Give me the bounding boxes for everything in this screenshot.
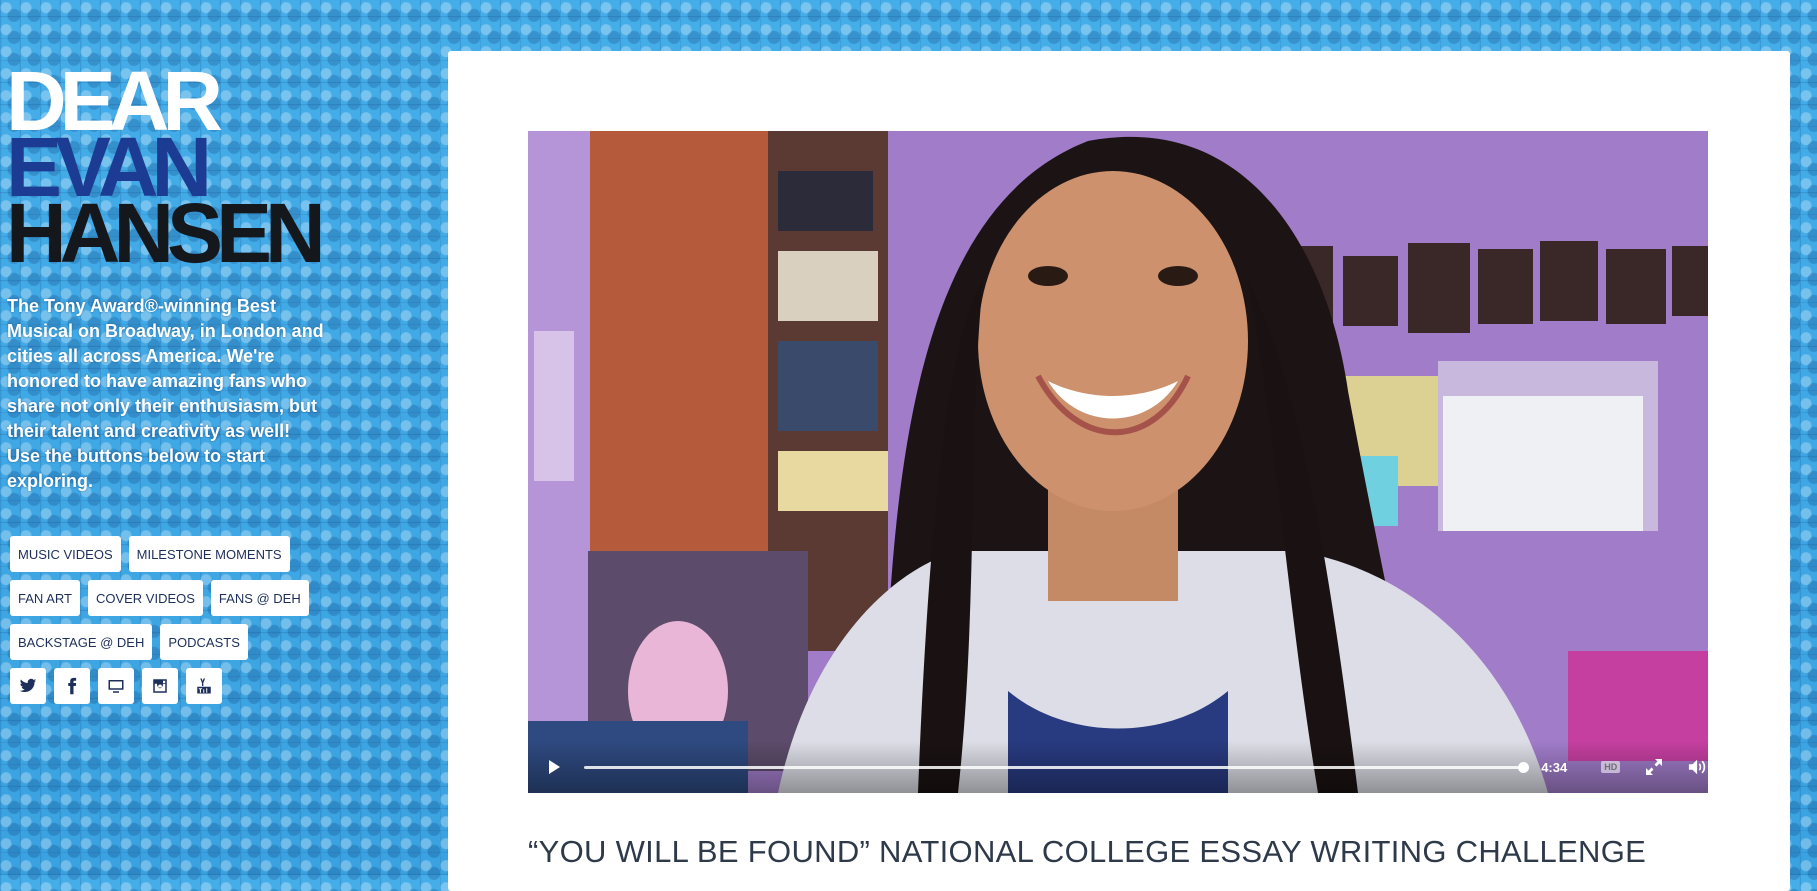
logo-line-hansen: HANSEN (6, 186, 326, 280)
hd-toggle[interactable]: HD (1601, 761, 1621, 773)
facebook-button[interactable] (54, 668, 90, 704)
youtube-icon (197, 678, 211, 694)
volume-icon (1688, 759, 1706, 775)
fans-at-deh-button[interactable]: FANS @ DEH (210, 580, 309, 616)
music-videos-button[interactable]: MUSIC VIDEOS (10, 536, 121, 572)
fullscreen-button[interactable] (1644, 757, 1664, 777)
facebook-icon (68, 677, 77, 695)
video-frame-image (528, 131, 1708, 793)
twitter-icon (19, 678, 37, 693)
tv-icon (108, 680, 124, 693)
instagram-icon (153, 679, 167, 693)
podcasts-button[interactable]: PODCASTS (160, 624, 248, 660)
youtube-button[interactable] (186, 668, 222, 704)
twitter-button[interactable] (10, 668, 46, 704)
play-icon (548, 760, 560, 774)
volume-button[interactable] (1688, 757, 1708, 777)
nav-row-1: MUSIC VIDEOS MILESTONE MOMENTS (10, 536, 290, 572)
sidebar: DEAR EVAN HANSEN The Tony Award®-winning… (0, 0, 440, 875)
show-logo[interactable]: DEAR EVAN HANSEN (6, 59, 336, 280)
progress-bar[interactable] (583, 761, 1530, 773)
progress-knob[interactable] (1518, 761, 1530, 773)
nav-row-3: BACKSTAGE @ DEH PODCASTS (10, 624, 248, 660)
video-controls: 4:34 HD (528, 741, 1708, 793)
instagram-button[interactable] (142, 668, 178, 704)
video-title: “YOU WILL BE FOUND” NATIONAL COLLEGE ESS… (528, 834, 1647, 869)
tv-button[interactable] (98, 668, 134, 704)
video-duration: 4:34 (1541, 759, 1568, 775)
cover-videos-button[interactable]: COVER VIDEOS (87, 580, 203, 616)
backstage-at-deh-button[interactable]: BACKSTAGE @ DEH (10, 624, 153, 660)
fan-art-button[interactable]: FAN ART (10, 580, 80, 616)
expand-icon (1646, 759, 1663, 775)
milestone-moments-button[interactable]: MILESTONE MOMENTS (128, 536, 290, 572)
nav-row-2: FAN ART COVER VIDEOS FANS @ DEH (10, 580, 309, 616)
video-player[interactable]: 4:34 HD (528, 131, 1708, 793)
play-button[interactable] (540, 753, 568, 781)
social-links (10, 668, 222, 704)
intro-text: The Tony Award®-winning Best Musical on … (7, 296, 324, 491)
content-card: 4:34 HD “YOU WILL BE FOUND” NATIONAL COL… (448, 51, 1790, 891)
